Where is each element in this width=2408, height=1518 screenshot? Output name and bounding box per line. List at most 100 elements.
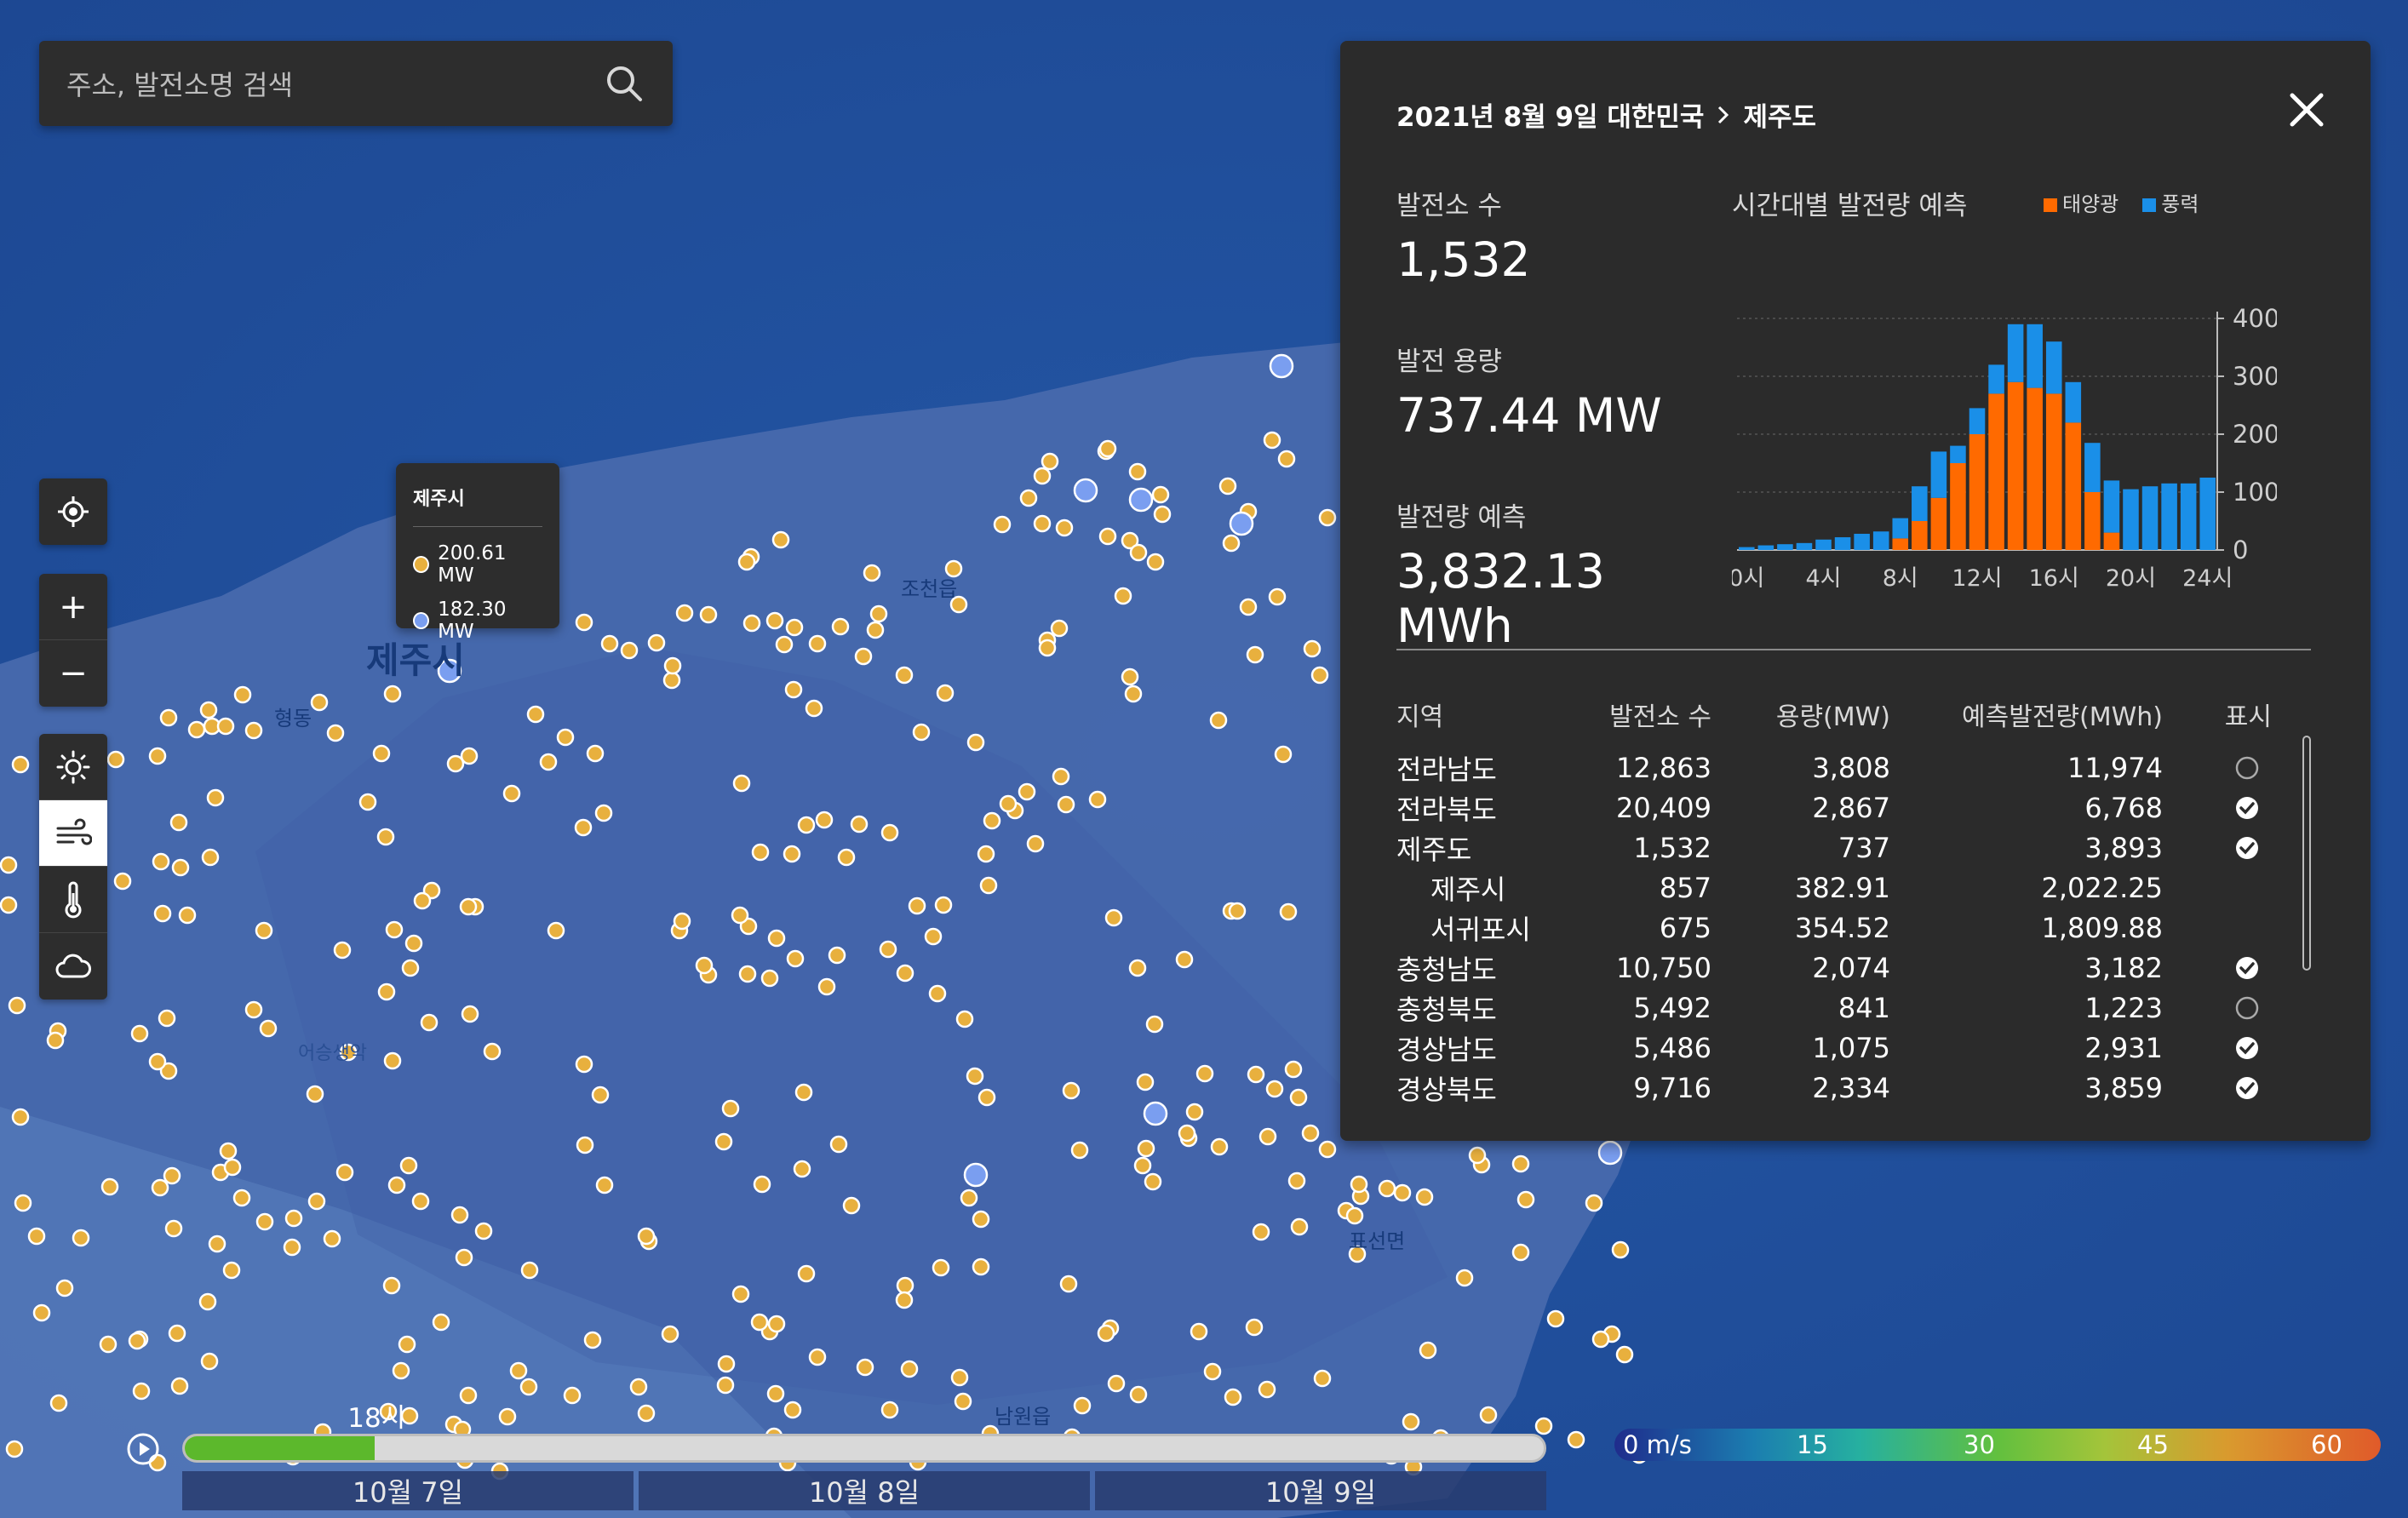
- solar-station-marker[interactable]: [474, 1222, 493, 1240]
- solar-station-marker[interactable]: [1209, 711, 1228, 730]
- solar-station-marker[interactable]: [934, 896, 953, 914]
- solar-station-marker[interactable]: [716, 1376, 735, 1395]
- wind-station-marker[interactable]: [1597, 1140, 1623, 1166]
- timeline-slider[interactable]: [182, 1434, 1546, 1463]
- solar-station-marker[interactable]: [721, 1099, 740, 1118]
- solar-station-marker[interactable]: [575, 1055, 593, 1074]
- solar-station-marker[interactable]: [1274, 745, 1293, 764]
- solar-station-marker[interactable]: [201, 848, 220, 867]
- solar-station-marker[interactable]: [924, 927, 943, 946]
- solar-station-marker[interactable]: [1153, 505, 1172, 524]
- day-3[interactable]: 10월 9일: [1095, 1471, 1546, 1510]
- close-icon[interactable]: [2285, 89, 2328, 131]
- solar-station-marker[interactable]: [168, 1324, 186, 1343]
- solar-station-marker[interactable]: [1239, 598, 1258, 616]
- solar-station-marker[interactable]: [1041, 452, 1059, 471]
- solar-station-marker[interactable]: [49, 1394, 68, 1412]
- solar-station-marker[interactable]: [420, 1013, 439, 1032]
- solar-station-marker[interactable]: [376, 828, 395, 846]
- solar-station-marker[interactable]: [966, 733, 985, 752]
- solar-station-marker[interactable]: [164, 1219, 183, 1238]
- solar-station-marker[interactable]: [896, 1276, 914, 1295]
- solar-station-marker[interactable]: [255, 1212, 274, 1231]
- solar-station-marker[interactable]: [450, 1206, 469, 1224]
- solar-station-marker[interactable]: [912, 723, 931, 742]
- wind-station-marker[interactable]: [1128, 487, 1154, 513]
- solar-station-marker[interactable]: [14, 1194, 32, 1212]
- solar-station-marker[interactable]: [1511, 1243, 1530, 1262]
- solar-station-marker[interactable]: [377, 982, 396, 1001]
- solar-station-marker[interactable]: [808, 634, 827, 653]
- solar-station-marker[interactable]: [27, 1227, 46, 1246]
- solar-station-marker[interactable]: [1591, 1330, 1610, 1349]
- solar-station-marker[interactable]: [1114, 587, 1132, 605]
- solar-station-marker[interactable]: [732, 774, 751, 793]
- solar-station-marker[interactable]: [595, 1176, 614, 1194]
- solar-station-marker[interactable]: [1124, 685, 1143, 703]
- solar-station-marker[interactable]: [896, 964, 914, 982]
- solar-station-marker[interactable]: [32, 1303, 51, 1322]
- solar-station-marker[interactable]: [647, 633, 666, 652]
- solar-station-marker[interactable]: [1277, 450, 1296, 468]
- wind-station-marker[interactable]: [1143, 1101, 1168, 1126]
- solar-station-marker[interactable]: [1318, 1140, 1337, 1159]
- solar-station-marker[interactable]: [1203, 1362, 1222, 1381]
- solar-station-marker[interactable]: [307, 1192, 326, 1211]
- solar-station-marker[interactable]: [178, 906, 197, 925]
- solar-station-marker[interactable]: [5, 1440, 24, 1458]
- solar-station-marker[interactable]: [1038, 639, 1057, 657]
- solar-station-marker[interactable]: [398, 1335, 416, 1354]
- solar-station-marker[interactable]: [1026, 834, 1045, 853]
- solar-station-marker[interactable]: [1546, 1309, 1565, 1328]
- solar-station-marker[interactable]: [1289, 1088, 1308, 1107]
- solar-station-marker[interactable]: [1378, 1179, 1396, 1198]
- solar-station-marker[interactable]: [738, 965, 757, 983]
- solar-station-marker[interactable]: [944, 559, 963, 578]
- solar-station-marker[interactable]: [983, 811, 1001, 830]
- solar-station-marker[interactable]: [737, 553, 756, 571]
- solar-station-marker[interactable]: [1415, 1188, 1434, 1206]
- solar-station-marker[interactable]: [600, 634, 619, 653]
- solar-station-marker[interactable]: [1318, 508, 1337, 527]
- solar-station-marker[interactable]: [1455, 1269, 1474, 1287]
- solar-station-marker[interactable]: [1228, 902, 1247, 920]
- solar-station-marker[interactable]: [1279, 902, 1298, 921]
- solar-station-marker[interactable]: [1585, 1194, 1603, 1212]
- solar-station-marker[interactable]: [1218, 477, 1237, 495]
- checked-circle-icon[interactable]: [2234, 835, 2260, 861]
- wind-station-marker[interactable]: [1073, 478, 1098, 503]
- solar-station-marker[interactable]: [869, 604, 888, 623]
- solar-station-marker[interactable]: [1419, 1341, 1437, 1360]
- solar-station-marker[interactable]: [169, 813, 188, 832]
- solar-station-marker[interactable]: [358, 793, 377, 811]
- solar-station-marker[interactable]: [459, 897, 478, 916]
- solar-station-marker[interactable]: [1310, 666, 1329, 685]
- solar-station-marker[interactable]: [72, 1229, 90, 1247]
- solar-station-marker[interactable]: [797, 816, 816, 834]
- solar-station-marker[interactable]: [786, 949, 805, 968]
- solar-station-marker[interactable]: [99, 1335, 118, 1354]
- table-row[interactable]: 충청남도 10,750 2,074 3,182: [1396, 948, 2296, 988]
- solar-station-marker[interactable]: [170, 1377, 189, 1395]
- solar-station-marker[interactable]: [401, 959, 420, 977]
- solar-station-marker[interactable]: [1133, 1156, 1152, 1175]
- solar-station-marker[interactable]: [1050, 619, 1069, 638]
- solar-station-marker[interactable]: [326, 724, 345, 742]
- solar-station-marker[interactable]: [895, 666, 914, 685]
- solar-station-marker[interactable]: [411, 1192, 430, 1211]
- zoom-out-button[interactable]: −: [39, 640, 107, 707]
- solar-station-marker[interactable]: [1345, 1206, 1364, 1225]
- solar-station-marker[interactable]: [1350, 1175, 1368, 1194]
- table-scrollbar[interactable]: [2302, 736, 2311, 971]
- solar-station-marker[interactable]: [771, 530, 790, 549]
- solar-station-marker[interactable]: [153, 904, 172, 923]
- solar-station-marker[interactable]: [387, 1176, 406, 1194]
- solar-station-marker[interactable]: [673, 912, 691, 931]
- solar-station-marker[interactable]: [399, 1156, 418, 1175]
- solar-station-marker[interactable]: [432, 1313, 450, 1332]
- solar-station-marker[interactable]: [1246, 645, 1264, 664]
- solar-station-marker[interactable]: [219, 1142, 238, 1160]
- solar-station-marker[interactable]: [850, 815, 869, 833]
- solar-station-marker[interactable]: [1210, 1137, 1229, 1156]
- solar-station-marker[interactable]: [663, 656, 682, 675]
